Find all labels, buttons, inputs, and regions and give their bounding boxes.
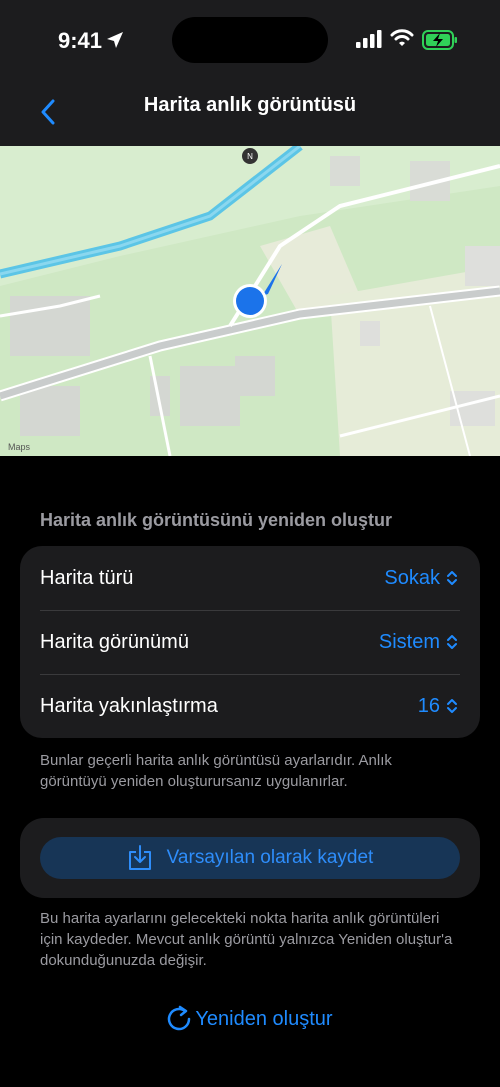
- chevron-up-down-icon: [447, 699, 457, 713]
- save-footnote: Bu harita ayarlarını gelecekteki nokta h…: [40, 910, 453, 969]
- location-arrow-icon: [107, 32, 123, 48]
- navigation-bar: Harita anlık görüntüsü: [0, 84, 500, 146]
- map-zoom-label: Harita yakınlaştırma: [40, 694, 218, 717]
- status-bar: 9:41: [0, 0, 500, 84]
- map-appearance-row[interactable]: Harita görünümü Sistem: [20, 610, 480, 674]
- map-appearance-picker[interactable]: Sistem: [379, 631, 458, 654]
- map-image: N: [0, 146, 500, 456]
- map-appearance-label: Harita görünümü: [40, 630, 189, 653]
- map-zoom-row[interactable]: Harita yakınlaştırma 16: [20, 674, 480, 738]
- save-group: Varsayılan olarak kaydet: [20, 818, 480, 898]
- chevron-up-down-icon: [447, 571, 457, 585]
- compass-label: N: [247, 152, 253, 161]
- battery-charging-icon: [422, 30, 457, 50]
- page-title: Harita anlık görüntüsü: [143, 94, 357, 116]
- cellular-signal-icon: [356, 30, 382, 48]
- map-type-picker[interactable]: Sokak: [384, 567, 458, 590]
- save-as-default-label: Varsayılan olarak kaydet: [166, 847, 374, 868]
- section-header: Harita anlık görüntüsünü yeniden oluştur: [40, 510, 393, 530]
- settings-group: Harita türü Sokak Harita görünümü Sistem…: [20, 546, 480, 738]
- map-type-value: Sokak: [384, 566, 440, 589]
- map-type-row[interactable]: Harita türü Sokak: [20, 546, 480, 610]
- map-zoom-value: 16: [417, 694, 440, 717]
- refresh-icon: [168, 1005, 191, 1031]
- map-appearance-value: Sistem: [378, 630, 440, 653]
- status-time: 9:41: [58, 28, 103, 53]
- wifi-icon: [390, 29, 414, 46]
- map-type-label: Harita türü: [40, 566, 134, 589]
- save-as-default-button[interactable]: Varsayılan olarak kaydet: [40, 837, 460, 879]
- dynamic-island: [172, 17, 328, 63]
- map-snapshot[interactable]: N Maps: [0, 146, 500, 456]
- download-tray-icon: [128, 845, 151, 870]
- settings-footnote: Bunlar geçerli harita anlık görüntüsü ay…: [40, 752, 392, 790]
- chevron-up-down-icon: [447, 635, 457, 649]
- regenerate-label: Yeniden oluştur: [195, 1007, 333, 1030]
- regenerate-button[interactable]: Yeniden oluştur: [0, 1005, 500, 1033]
- map-zoom-picker[interactable]: 16: [418, 695, 458, 718]
- maps-attribution: Maps: [8, 442, 31, 452]
